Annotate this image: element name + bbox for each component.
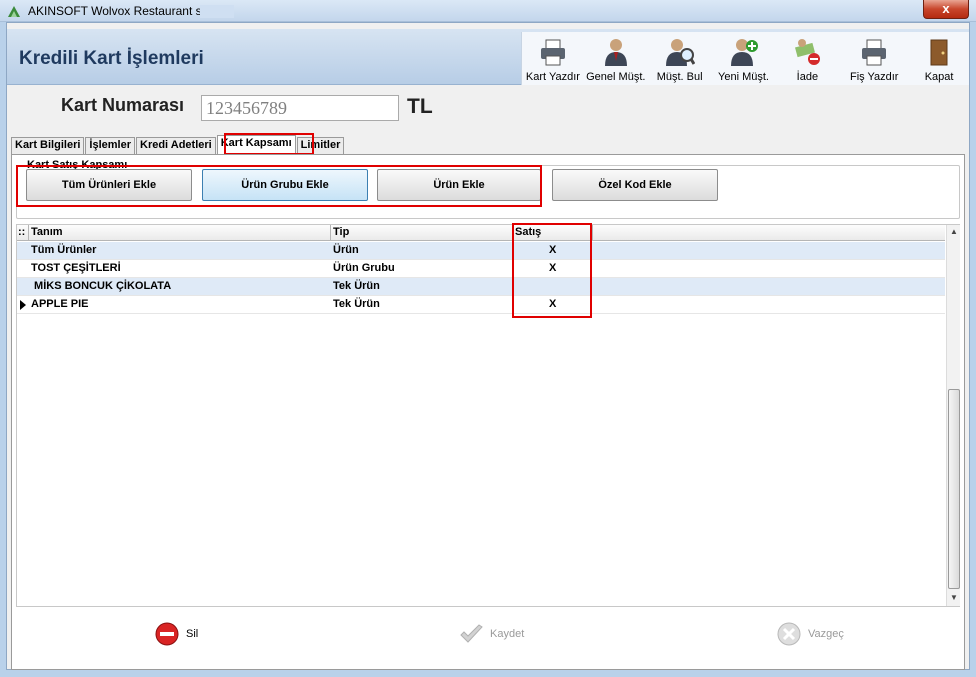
refund-button[interactable]: İade	[775, 32, 839, 85]
cell-type: Tek Ürün	[333, 280, 380, 292]
cell-type: Ürün Grubu	[333, 262, 395, 274]
close-form-button[interactable]: Kapat	[909, 32, 969, 85]
delete-label: Sil	[186, 628, 199, 640]
toolbar-label: Müşt. Bul	[656, 71, 703, 83]
table-row[interactable]: MİKS BONCUK ÇİKOLATA Tek Ürün	[17, 278, 945, 296]
toolbar-label: Genel Müşt.	[586, 71, 646, 83]
toolbar-label: Kapat	[924, 71, 954, 83]
tab-highlight-box	[224, 133, 314, 155]
row-indicator	[17, 278, 29, 296]
page-title: Kredili Kart İşlemleri	[19, 48, 204, 69]
row-indicator	[17, 242, 29, 260]
row-indicator	[17, 260, 29, 278]
add-special-code-button[interactable]: Özel Kod Ekle	[552, 169, 718, 201]
cell-type: Ürün	[333, 244, 359, 256]
exit-door-icon	[930, 39, 948, 66]
toolbar-label: Fiş Yazdır	[849, 71, 899, 83]
print-card-button[interactable]: Kart Yazdır	[522, 32, 584, 85]
card-scope-panel: Kart Satış Kapsamı Tüm Ürünleri Ekle Ürü…	[11, 154, 965, 670]
grid-corner: ::	[17, 225, 29, 241]
current-row-indicator	[17, 296, 29, 314]
cell-name: APPLE PIE	[31, 298, 89, 310]
cell-name: MİKS BONCUK ÇİKOLATA	[31, 280, 172, 292]
print-receipt-button[interactable]: Fiş Yazdır	[839, 32, 909, 85]
cancel-button[interactable]: Vazgeç	[776, 619, 844, 649]
table-row[interactable]: Tüm Ürünler Ürün X	[17, 242, 945, 260]
table-row[interactable]: APPLE PIE Tek Ürün X	[17, 296, 945, 314]
cancel-icon	[777, 622, 801, 646]
sales-column-highlight-box	[512, 223, 592, 318]
cancel-label: Vazgeç	[808, 628, 844, 640]
currency-label: TL	[407, 95, 433, 118]
tab-transactions[interactable]: İşlemler	[85, 137, 135, 154]
user-search-icon	[665, 39, 695, 66]
header-band: Kredili Kart İşlemleri Kart Yazdır Genel…	[7, 29, 969, 85]
printer-icon	[862, 39, 887, 66]
grid-header: :: Tanım Tip Satış	[17, 225, 945, 241]
save-button[interactable]: Kaydet	[458, 619, 524, 649]
grid-vertical-scrollbar[interactable]: ▲ ▼	[946, 225, 960, 606]
user-icon	[604, 39, 627, 66]
delete-button[interactable]: Sil	[154, 619, 198, 649]
window-titlebar: AKINSOFT Wolvox Restaurant s x	[0, 0, 976, 22]
card-number-label: Kart Numarası	[61, 95, 185, 115]
column-header-name[interactable]: Tanım	[29, 225, 331, 241]
toolbar-label: Yeni Müşt.	[718, 71, 769, 83]
tab-card-info[interactable]: Kart Bilgileri	[11, 137, 85, 154]
cell-name: TOST ÇEŞİTLERİ	[31, 262, 121, 274]
card-number-input[interactable]: 123456789	[201, 95, 399, 121]
new-customer-button[interactable]: Yeni Müşt.	[712, 32, 776, 85]
scroll-down-arrow-icon[interactable]: ▼	[947, 591, 961, 605]
find-customer-button[interactable]: Müşt. Bul	[648, 32, 712, 85]
save-label: Kaydet	[490, 628, 525, 640]
window-title: AKINSOFT Wolvox Restaurant s	[28, 4, 202, 18]
delete-icon	[155, 622, 179, 646]
scope-grid: :: Tanım Tip Satış Tüm Ürünler Ürün X TO…	[16, 223, 960, 607]
toolbar-label: İade	[796, 71, 819, 83]
user-add-icon	[730, 39, 758, 66]
toolbar-label: Kart Yazdır	[525, 71, 580, 83]
app-logo-icon	[8, 6, 20, 17]
tab-credit-counts[interactable]: Kredi Adetleri	[136, 137, 216, 154]
buttons-highlight-box	[16, 165, 542, 207]
scroll-thumb[interactable]	[948, 389, 960, 589]
window-close-button[interactable]: x	[923, 0, 969, 19]
title-redaction	[200, 5, 234, 18]
general-customer-button[interactable]: Genel Müşt.	[584, 32, 648, 85]
main-window: Kredili Kart İşlemleri Kart Yazdır Genel…	[6, 22, 970, 670]
table-row[interactable]: TOST ÇEŞİTLERİ Ürün Grubu X	[17, 260, 945, 278]
checkmark-icon	[460, 624, 483, 643]
printer-icon	[540, 39, 565, 66]
refund-icon	[795, 39, 821, 65]
column-header-type[interactable]: Tip	[331, 225, 513, 241]
toolbar: Kart Yazdır Genel Müşt. Müşt. Bul Yeni M…	[521, 32, 969, 85]
cell-name: Tüm Ürünler	[31, 244, 97, 256]
cell-type: Tek Ürün	[333, 298, 380, 310]
scroll-up-arrow-icon[interactable]: ▲	[947, 225, 961, 239]
